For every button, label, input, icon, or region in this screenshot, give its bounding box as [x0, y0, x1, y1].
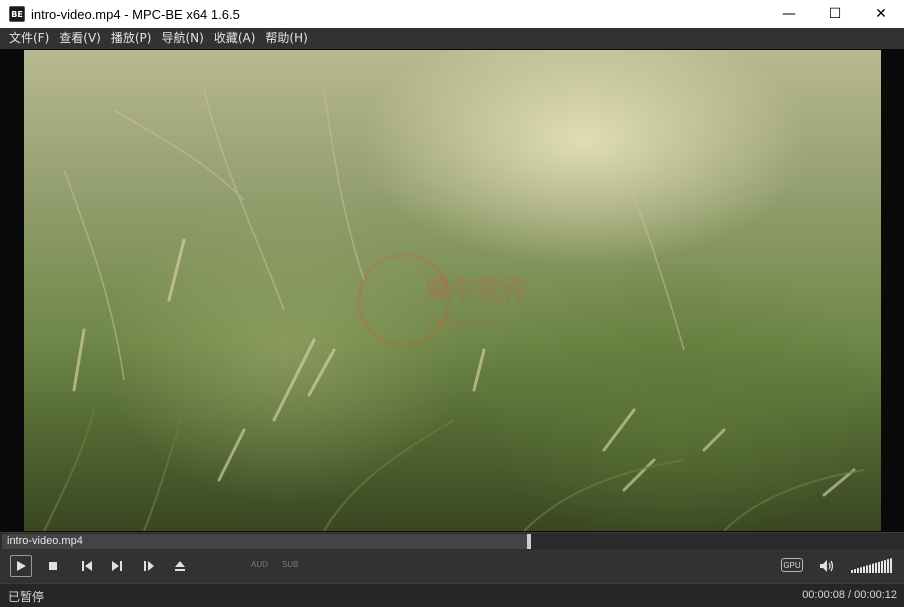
- subtitle-track-label[interactable]: SUB: [282, 560, 298, 569]
- frame-step-button[interactable]: [138, 555, 160, 577]
- watermark-subtext: QQMusic...: [429, 316, 505, 332]
- title-bar: BE intro-video.mp4 - MPC-BE x64 1.6.5 — …: [0, 0, 904, 28]
- window-controls: — ☐ ✕: [766, 0, 904, 28]
- watermark-logo: 犀牛软件: [424, 276, 529, 306]
- app-logo-icon[interactable]: BE: [9, 6, 25, 22]
- volume-bar: [887, 559, 889, 573]
- skip-back-icon: [82, 561, 92, 571]
- volume-bar: [881, 561, 883, 573]
- volume-slider[interactable]: [851, 557, 895, 573]
- speaker-icon: [820, 560, 834, 572]
- eject-icon: [175, 561, 185, 571]
- seek-thumb[interactable]: [527, 534, 531, 549]
- maximize-button[interactable]: ☐: [812, 0, 858, 28]
- time-display: 00:00:08 / 00:00:12: [802, 589, 897, 601]
- skip-forward-icon: [112, 561, 122, 571]
- seek-bar[interactable]: intro-video.mp4: [0, 532, 904, 549]
- volume-bar: [890, 558, 892, 573]
- gpu-indicator[interactable]: GPU: [781, 558, 803, 572]
- volume-bar: [872, 563, 874, 573]
- audio-track-label[interactable]: AUD: [251, 560, 268, 569]
- stop-button[interactable]: [42, 555, 64, 577]
- playback-status: 已暂停: [8, 590, 45, 604]
- menu-play[interactable]: 播放(P): [106, 28, 157, 49]
- minimize-button[interactable]: —: [766, 0, 812, 28]
- video-frame[interactable]: 犀牛软件 QQMusic...: [24, 50, 881, 531]
- status-bar: 已暂停 00:00:08 / 00:00:12: [0, 583, 904, 607]
- eject-button[interactable]: [169, 555, 191, 577]
- menu-bar: 文件(F) 查看(V) 播放(P) 导航(N) 收藏(A) 帮助(H): [0, 28, 904, 49]
- volume-bar: [878, 561, 880, 573]
- stop-icon: [49, 562, 57, 570]
- volume-bar: [863, 566, 865, 573]
- video-area[interactable]: 犀牛软件 QQMusic...: [0, 49, 904, 532]
- volume-bar: [851, 570, 853, 573]
- seek-filename: intro-video.mp4: [7, 535, 83, 547]
- menu-help[interactable]: 帮助(H): [260, 28, 312, 49]
- volume-bar: [869, 564, 871, 573]
- volume-bar: [866, 565, 868, 573]
- menu-file[interactable]: 文件(F): [4, 28, 54, 49]
- previous-button[interactable]: [76, 555, 98, 577]
- menu-favorites[interactable]: 收藏(A): [209, 28, 261, 49]
- menu-navigate[interactable]: 导航(N): [156, 28, 208, 49]
- volume-bar: [860, 567, 862, 573]
- volume-bar: [875, 562, 877, 573]
- volume-bar: [884, 560, 886, 573]
- close-button[interactable]: ✕: [858, 0, 904, 28]
- mute-button[interactable]: [816, 555, 838, 577]
- window-title: intro-video.mp4 - MPC-BE x64 1.6.5: [31, 6, 240, 22]
- frame-step-icon: [144, 561, 154, 571]
- volume-bar: [857, 568, 859, 573]
- volume-bar: [854, 569, 856, 573]
- control-toolbar: AUD SUB GPU: [0, 549, 904, 583]
- play-icon: [17, 561, 26, 571]
- menu-view[interactable]: 查看(V): [54, 28, 106, 49]
- next-button[interactable]: [106, 555, 128, 577]
- play-button[interactable]: [10, 555, 32, 577]
